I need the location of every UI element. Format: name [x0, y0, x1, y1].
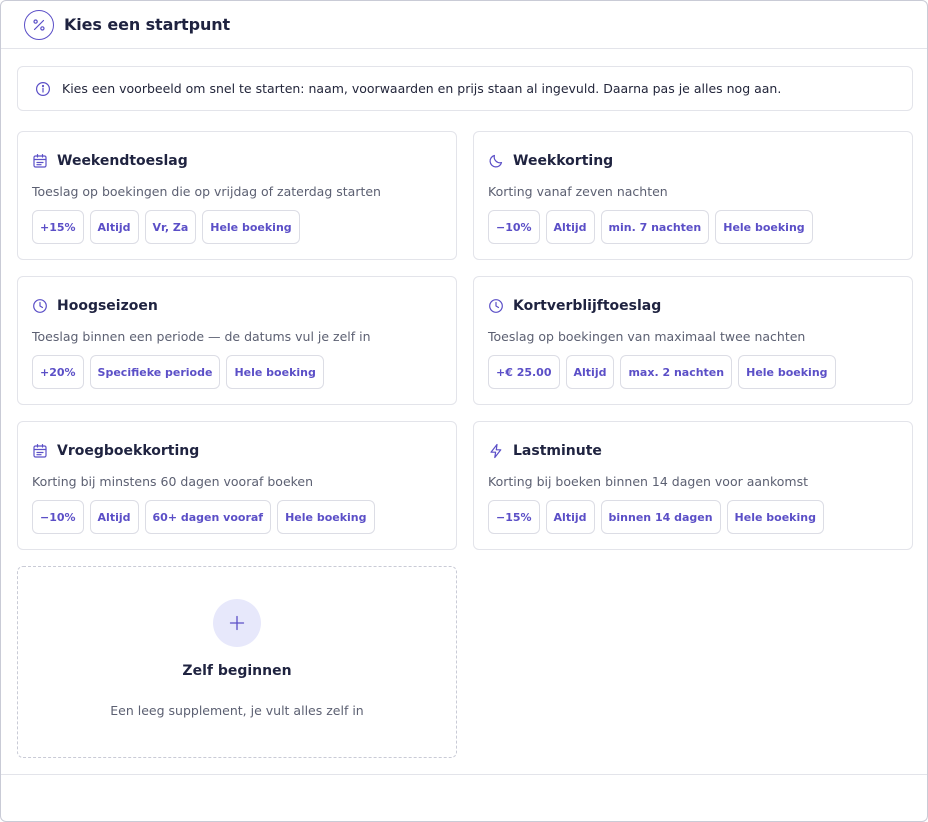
chip-scope: Hele boeking: [226, 355, 324, 389]
card-chips: −10% Altijd min. 7 nachten Hele boeking: [488, 210, 898, 244]
clock-icon: [488, 298, 504, 314]
chip-period: Altijd: [89, 210, 139, 244]
start-dialog: Kies een startpunt Kies een voorbeeld om…: [0, 0, 928, 822]
chip-scope: Hele boeking: [277, 500, 375, 534]
template-card-weekkorting[interactable]: Weekkorting Korting vanaf zeven nachten …: [473, 131, 913, 260]
moon-icon: [488, 153, 504, 169]
chip-period: Altijd: [545, 500, 595, 534]
info-banner: Kies een voorbeeld om snel te starten: n…: [17, 66, 913, 111]
plus-icon: [213, 599, 261, 647]
chip-condition: binnen 14 dagen: [600, 500, 721, 534]
card-chips: −10% Altijd 60+ dagen vooraf Hele boekin…: [32, 500, 442, 534]
template-card-hoogseizoen[interactable]: Hoogseizoen Toeslag binnen een periode —…: [17, 276, 457, 405]
template-card-lastminute[interactable]: Lastminute Korting bij boeken binnen 14 …: [473, 421, 913, 550]
chip-condition: 60+ dagen vooraf: [144, 500, 272, 534]
chip-period: Altijd: [89, 500, 139, 534]
chip-scope: Hele boeking: [726, 500, 824, 534]
chip-scope: Hele boeking: [715, 210, 813, 244]
clock-icon: [32, 298, 48, 314]
card-chips: +€ 25.00 Altijd max. 2 nachten Hele boek…: [488, 355, 898, 389]
card-chips: −15% Altijd binnen 14 dagen Hele boeking: [488, 500, 898, 534]
template-card-weekendtoeslag[interactable]: Weekendtoeslag Toeslag op boekingen die …: [17, 131, 457, 260]
chip-amount: +15%: [32, 210, 84, 244]
card-description: Korting bij minstens 60 dagen vooraf boe…: [32, 474, 314, 489]
dialog-title: Kies een startpunt: [64, 15, 231, 34]
card-title: Vroegboekkorting: [57, 443, 200, 459]
chip-amount: +€ 25.00: [488, 355, 560, 389]
template-card-vroegboekkorting[interactable]: Vroegboekkorting Korting bij minstens 60…: [17, 421, 457, 550]
chip-scope: Hele boeking: [202, 210, 300, 244]
card-title: Hoogseizoen: [57, 298, 158, 314]
footer-divider: [1, 774, 927, 775]
card-description: Korting vanaf zeven nachten: [488, 184, 668, 199]
chip-period: Altijd: [565, 355, 615, 389]
card-description: Toeslag op boekingen van maximaal twee n…: [488, 329, 806, 344]
card-chips: +15% Altijd Vr, Za Hele boeking: [32, 210, 442, 244]
percent-icon: [24, 9, 54, 40]
custom-title: Zelf beginnen: [182, 663, 292, 679]
chip-amount: −10%: [488, 210, 540, 244]
chip-condition: Vr, Za: [144, 210, 197, 244]
card-title: Weekendtoeslag: [57, 153, 188, 169]
card-description: Toeslag binnen een periode — de datums v…: [32, 329, 371, 344]
calendar-icon: [32, 153, 48, 169]
chip-amount: −10%: [32, 500, 84, 534]
card-title: Weekkorting: [513, 153, 614, 169]
card-chips: +20% Specifieke periode Hele boeking: [32, 355, 442, 389]
chip-period: Altijd: [545, 210, 595, 244]
calendar-icon: [32, 443, 48, 459]
template-card-kortverblijftoeslag[interactable]: Kortverblijftoeslag Toeslag op boekingen…: [473, 276, 913, 405]
chip-condition: max. 2 nachten: [620, 355, 733, 389]
dialog-header: Kies een startpunt: [1, 1, 927, 49]
chip-period: Specifieke periode: [89, 355, 221, 389]
custom-description: Een leeg supplement, je vult alles zelf …: [110, 703, 364, 718]
card-title: Lastminute: [513, 443, 602, 459]
chip-scope: Hele boeking: [738, 355, 836, 389]
card-description: Toeslag op boekingen die op vrijdag of z…: [32, 184, 381, 199]
card-title: Kortverblijftoeslag: [513, 298, 662, 314]
chip-condition: min. 7 nachten: [600, 210, 710, 244]
info-text: Kies een voorbeeld om snel te starten: n…: [62, 81, 782, 96]
card-description: Korting bij boeken binnen 14 dagen voor …: [488, 474, 808, 489]
info-icon: [35, 81, 51, 97]
chip-amount: −15%: [488, 500, 540, 534]
chip-amount: +20%: [32, 355, 84, 389]
start-from-scratch-card[interactable]: Zelf beginnen Een leeg supplement, je vu…: [17, 566, 457, 758]
lightning-icon: [488, 443, 504, 459]
